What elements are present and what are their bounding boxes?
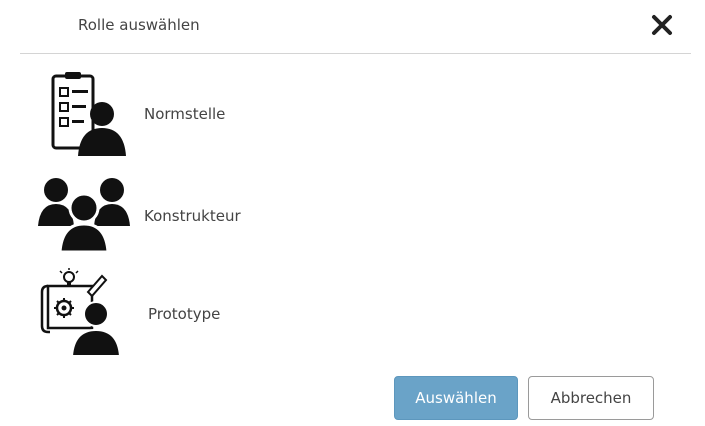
checklist-person-icon (51, 72, 126, 156)
role-label-normstelle: Normstelle (144, 105, 226, 123)
role-dialog: Rolle auswählen Normstelle Konstrukteur … (0, 0, 705, 426)
role-option-prototype[interactable]: Prototype (36, 268, 436, 364)
header-divider (20, 53, 691, 54)
role-option-konstrukteur[interactable]: Konstrukteur (36, 170, 436, 266)
dialog-header: Rolle auswählen (0, 0, 705, 54)
group-people-icon (38, 178, 130, 254)
blueprint-person-icon (40, 268, 122, 357)
dialog-title: Rolle auswählen (78, 16, 200, 34)
role-label-konstrukteur: Konstrukteur (144, 207, 241, 225)
cancel-button[interactable]: Abbrechen (528, 376, 654, 420)
select-button[interactable]: Auswählen (394, 376, 518, 420)
role-label-prototype: Prototype (148, 305, 221, 323)
close-icon[interactable] (649, 12, 675, 38)
role-option-normstelle[interactable]: Normstelle (36, 70, 436, 166)
